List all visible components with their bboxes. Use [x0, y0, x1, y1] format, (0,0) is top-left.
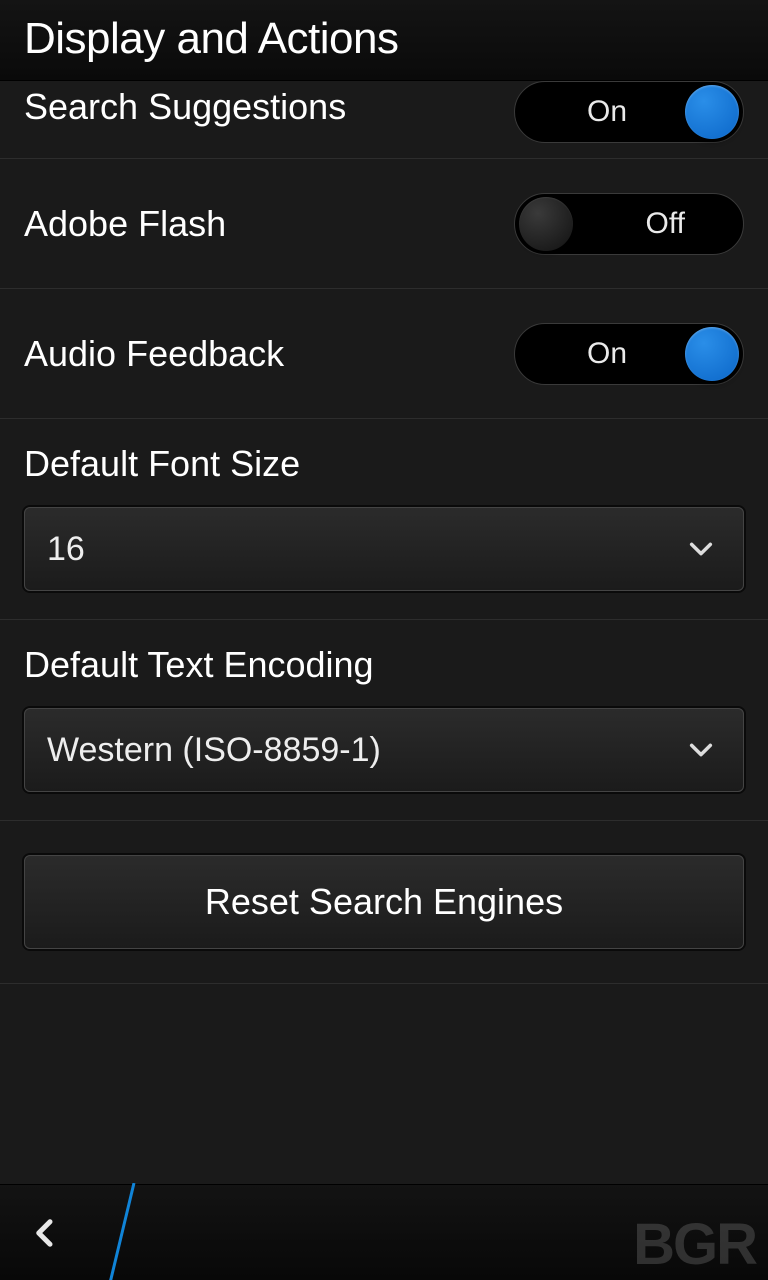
select-default-font-size[interactable]: 16 — [24, 507, 744, 591]
select-value: Western (ISO-8859-1) — [47, 731, 381, 770]
chevron-down-icon — [687, 535, 715, 563]
toggle-search-suggestions[interactable]: On — [514, 81, 744, 143]
back-button[interactable] — [0, 1185, 60, 1280]
toggle-adobe-flash[interactable]: Off — [514, 193, 744, 255]
settings-list: Search Suggestions On Adobe Flash Off Au… — [0, 81, 768, 1184]
button-label: Reset Search Engines — [205, 881, 563, 923]
setting-default-font-size: Default Font Size 16 — [0, 419, 768, 620]
setting-label: Search Suggestions — [24, 81, 346, 133]
toggle-knob — [685, 327, 739, 381]
watermark-logo: BGR — [633, 1211, 756, 1278]
select-value: 16 — [47, 530, 85, 569]
toggle-audio-feedback[interactable]: On — [514, 323, 744, 385]
page-title: Display and Actions — [24, 14, 744, 64]
toggle-state-label: On — [587, 337, 627, 371]
header: Display and Actions — [0, 0, 768, 81]
bottom-bar: BGR — [0, 1184, 768, 1280]
chevron-down-icon — [687, 736, 715, 764]
setting-default-text-encoding: Default Text Encoding Western (ISO-8859-… — [0, 620, 768, 821]
toggle-knob — [519, 197, 573, 251]
setting-reset-search-engines: Reset Search Engines — [0, 821, 768, 984]
setting-label: Default Font Size — [24, 443, 744, 485]
setting-label: Default Text Encoding — [24, 644, 744, 686]
select-default-text-encoding[interactable]: Western (ISO-8859-1) — [24, 708, 744, 792]
reset-search-engines-button[interactable]: Reset Search Engines — [24, 855, 744, 949]
setting-adobe-flash: Adobe Flash Off — [0, 159, 768, 289]
setting-search-suggestions: Search Suggestions On — [0, 81, 768, 159]
setting-label: Audio Feedback — [24, 333, 284, 375]
chevron-left-icon — [30, 1218, 60, 1248]
toggle-knob — [685, 85, 739, 139]
setting-label: Adobe Flash — [24, 203, 226, 245]
setting-audio-feedback: Audio Feedback On — [0, 289, 768, 419]
divider-slash — [104, 1183, 144, 1280]
toggle-state-label: On — [587, 95, 627, 129]
toggle-state-label: Off — [646, 207, 685, 241]
